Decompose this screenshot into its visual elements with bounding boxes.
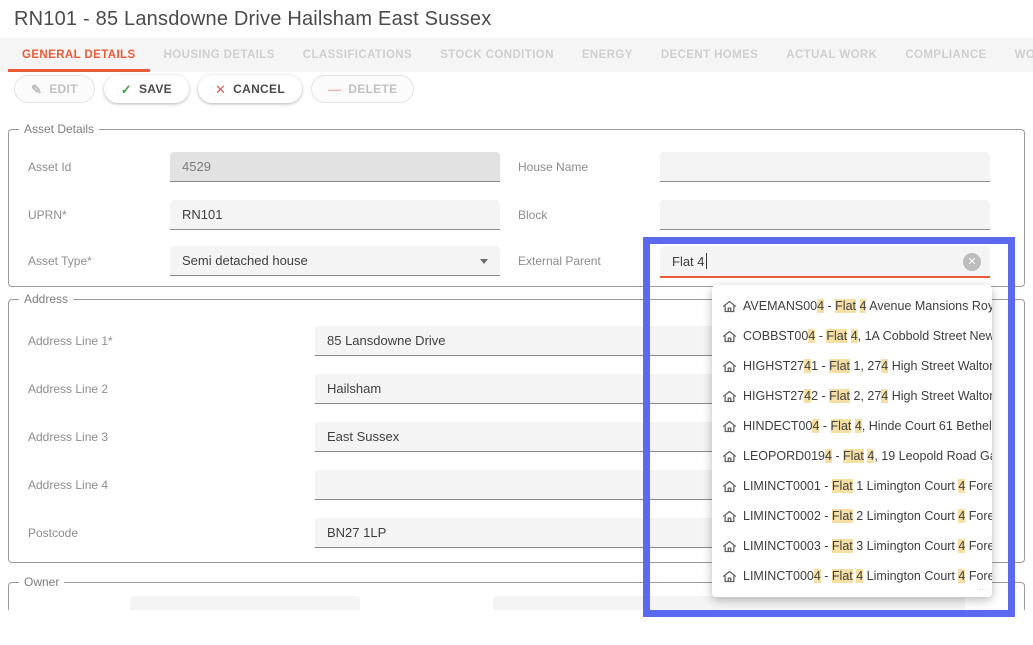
save-button-label: SAVE	[139, 82, 172, 96]
tab-classifications[interactable]: CLASSIFICATIONS	[289, 38, 426, 72]
asset-id-label: Asset Id	[28, 152, 71, 182]
check-icon: ✓	[121, 83, 132, 96]
dropdown-item[interactable]: COBBST004 - Flat 4, 1A Cobbold Street Ne…	[712, 321, 992, 351]
dropdown-item[interactable]: HINDECT004 - Flat 4, Hinde Court 61 Beth…	[712, 411, 992, 441]
external-parent-input[interactable]: Flat 4 ✕	[660, 246, 990, 278]
dropdown-item-text: LIMINCT0001 - Flat 1 Limington Court 4 F…	[743, 479, 992, 493]
delete-button[interactable]: — DELETE	[311, 75, 414, 103]
address-line1-value: 85 Lansdowne Drive	[327, 333, 446, 348]
text-cursor	[706, 253, 707, 269]
tab-energy[interactable]: ENERGY	[568, 38, 647, 72]
dropdown-item-text: LIMINCT0004 - Flat 4 Limington Court 4 F…	[743, 569, 992, 583]
cross-icon: ✕	[215, 83, 226, 96]
external-parent-dropdown-list: AVEMANS004 - Flat 4 Avenue Mansions Roya…	[712, 291, 992, 591]
tab-stock-condition[interactable]: STOCK CONDITION	[426, 38, 568, 72]
address-line2-label: Address Line 2	[28, 374, 108, 404]
dropdown-item-text: LIMINCT0002 - Flat 2 Limington Court 4 F…	[743, 509, 992, 523]
dropdown-item-text: AVEMANS004 - Flat 4 Avenue Mansions Roya…	[743, 299, 992, 313]
address-line1-label: Address Line 1*	[28, 326, 113, 356]
house-icon	[722, 539, 737, 554]
dropdown-item[interactable]: LIMINCT0002 - Flat 2 Limington Court 4 F…	[712, 501, 992, 531]
owner-legend: Owner	[19, 575, 64, 589]
asset-type-value: Semi detached house	[182, 253, 308, 268]
chevron-down-icon	[480, 259, 488, 264]
house-icon	[722, 329, 737, 344]
asset-type-select[interactable]: Semi detached house	[170, 246, 500, 276]
address-line2-value: Hailsham	[327, 381, 381, 396]
dropdown-item[interactable]: LIMINCT0003 - Flat 3 Limington Court 4 F…	[712, 531, 992, 561]
dropdown-item[interactable]: LIMINCT0001 - Flat 1 Limington Court 4 F…	[712, 471, 992, 501]
house-name-label: House Name	[518, 152, 588, 182]
cancel-button-label: CANCEL	[233, 82, 285, 96]
postcode-value: BN27 1LP	[327, 525, 386, 540]
tab-compliance[interactable]: COMPLIANCE	[891, 38, 1000, 72]
asset-id-value: 4529	[182, 159, 211, 174]
delete-button-label: DELETE	[348, 82, 397, 96]
minus-icon: —	[328, 83, 341, 96]
house-icon	[722, 359, 737, 374]
house-icon	[722, 389, 737, 404]
owner-field-stub[interactable]	[493, 596, 965, 610]
dropdown-item[interactable]: HIGHST2742 - Flat 2, 274 High Street Wal…	[712, 381, 992, 411]
postcode-label: Postcode	[28, 518, 78, 548]
asset-detail-page: RN101 - 85 Lansdowne Drive Hailsham East…	[0, 0, 1033, 645]
house-icon	[722, 569, 737, 584]
tab-actual-work[interactable]: ACTUAL WORK	[772, 38, 891, 72]
pencil-icon: ✎	[31, 83, 42, 96]
tab-bar: GENERAL DETAILS HOUSING DETAILS CLASSIFI…	[0, 38, 1033, 72]
house-icon	[722, 419, 737, 434]
tab-general-details[interactable]: GENERAL DETAILS	[8, 38, 150, 72]
dropdown-item[interactable]: LIMINCT0004 - Flat 4 Limington Court 4 F…	[712, 561, 992, 591]
house-icon	[722, 509, 737, 524]
house-icon	[722, 299, 737, 314]
tab-works[interactable]: WORKS	[1001, 38, 1033, 72]
clear-icon[interactable]: ✕	[963, 253, 981, 271]
house-icon	[722, 479, 737, 494]
external-parent-label: External Parent	[518, 246, 601, 276]
owner-field-stub[interactable]	[130, 596, 360, 610]
address-line4-label: Address Line 4	[28, 470, 108, 500]
asset-details-legend: Asset Details	[19, 122, 99, 136]
uprn-label: UPRN*	[28, 200, 67, 230]
external-parent-dropdown: AVEMANS004 - Flat 4 Avenue Mansions Roya…	[712, 285, 992, 597]
dropdown-item[interactable]: HIGHST2741 - Flat 1, 274 High Street Wal…	[712, 351, 992, 381]
dropdown-item-text: LIMINCT0003 - Flat 3 Limington Court 4 F…	[743, 539, 992, 553]
asset-id-field: 4529	[170, 152, 500, 182]
house-icon	[722, 449, 737, 464]
tab-housing-details[interactable]: HOUSING DETAILS	[150, 38, 289, 72]
cancel-button[interactable]: ✕ CANCEL	[198, 75, 302, 103]
external-parent-value: Flat 4	[672, 254, 705, 269]
save-button[interactable]: ✓ SAVE	[104, 75, 189, 103]
uprn-value: RN101	[182, 207, 222, 222]
address-legend: Address	[19, 292, 73, 306]
edit-button[interactable]: ✎ EDIT	[14, 75, 95, 103]
dropdown-item-text: HIGHST2742 - Flat 2, 274 High Street Wal…	[743, 389, 992, 403]
page-title: RN101 - 85 Lansdowne Drive Hailsham East…	[14, 8, 491, 31]
house-name-field[interactable]	[660, 152, 990, 182]
uprn-field[interactable]: RN101	[170, 200, 500, 230]
dropdown-item-text: LEOPORD0194 - Flat 4, 19 Leopold Road Ga…	[743, 449, 992, 463]
tab-decent-homes[interactable]: DECENT HOMES	[647, 38, 772, 72]
asset-type-label: Asset Type*	[28, 246, 92, 276]
dropdown-item-text: COBBST004 - Flat 4, 1A Cobbold Street Ne…	[743, 329, 992, 343]
address-line3-value: East Sussex	[327, 429, 399, 444]
address-line3-label: Address Line 3	[28, 422, 108, 452]
dropdown-item-text: HIGHST2741 - Flat 1, 274 High Street Wal…	[743, 359, 992, 373]
resize-grip-icon[interactable]: ⋯	[978, 584, 988, 595]
dropdown-item[interactable]: AVEMANS004 - Flat 4 Avenue Mansions Roya…	[712, 291, 992, 321]
dropdown-item-text: HINDECT004 - Flat 4, Hinde Court 61 Beth…	[743, 419, 992, 433]
toolbar: ✎ EDIT ✓ SAVE ✕ CANCEL — DELETE	[14, 75, 414, 103]
dropdown-item[interactable]: LEOPORD0194 - Flat 4, 19 Leopold Road Ga…	[712, 441, 992, 471]
block-label: Block	[518, 200, 547, 230]
edit-button-label: EDIT	[49, 82, 78, 96]
block-field[interactable]	[660, 200, 990, 230]
